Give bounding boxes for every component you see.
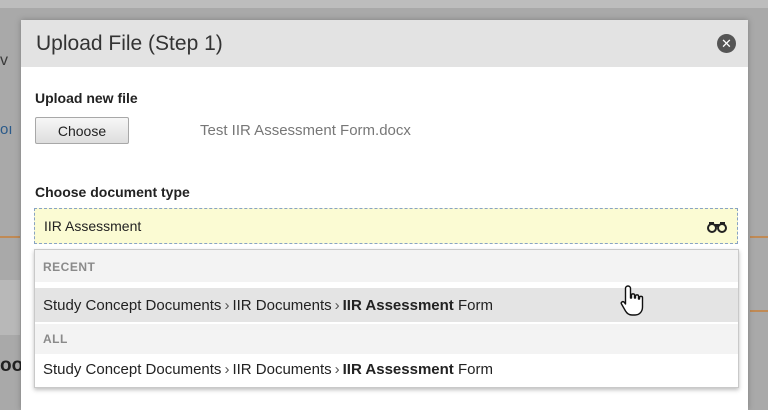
crumb-separator: ›	[334, 361, 340, 378]
result-suffix: Form	[453, 361, 493, 378]
match-highlight: IIR Assessment	[342, 361, 454, 378]
recent-section-header: RECENT	[35, 250, 738, 282]
upload-new-file-label: Upload new file	[35, 90, 138, 106]
crumb-iir-documents: IIR Documents	[232, 361, 332, 378]
all-section-header: ALL	[35, 324, 738, 354]
background-panel	[0, 280, 20, 335]
background-page-top	[0, 0, 768, 8]
background-text-fragment: v	[0, 52, 8, 69]
document-type-input[interactable]: IIR Assessment	[34, 208, 738, 244]
crumb-separator: ›	[334, 297, 340, 314]
background-rule	[0, 236, 20, 238]
result-suffix: Form	[453, 297, 493, 314]
background-rule	[750, 310, 768, 312]
crumb-iir-documents: IIR Documents	[232, 297, 332, 314]
document-type-label: Choose document type	[35, 184, 190, 200]
close-icon[interactable]: ✕	[717, 34, 736, 53]
document-type-value: IIR Assessment	[44, 218, 142, 234]
match-highlight: IIR Assessment	[342, 297, 454, 314]
crumb-study-concept-documents: Study Concept Documents	[43, 361, 222, 378]
binoculars-icon[interactable]	[707, 221, 727, 233]
dialog-title: Upload File (Step 1)	[36, 32, 223, 55]
crumb-separator: ›	[224, 361, 230, 378]
document-type-dropdown: RECENT Study Concept Documents › IIR Docum…	[34, 249, 739, 388]
crumb-separator: ›	[224, 297, 230, 314]
all-result-item[interactable]: Study Concept Documents › IIR Documents › II…	[35, 354, 738, 386]
dialog-header: Upload File (Step 1) ✕	[21, 20, 748, 67]
background-rule	[750, 236, 768, 238]
selected-file-name: Test IIR Assessment Form.docx	[200, 122, 411, 139]
crumb-study-concept-documents: Study Concept Documents	[43, 297, 222, 314]
choose-file-button[interactable]: Choose	[35, 117, 129, 144]
hand-cursor-icon	[620, 285, 644, 316]
background-link-fragment: oı	[0, 121, 13, 138]
upload-file-dialog: Upload File (Step 1) ✕ Upload new file C…	[21, 20, 748, 410]
background-heading-fragment: oo	[0, 355, 24, 376]
